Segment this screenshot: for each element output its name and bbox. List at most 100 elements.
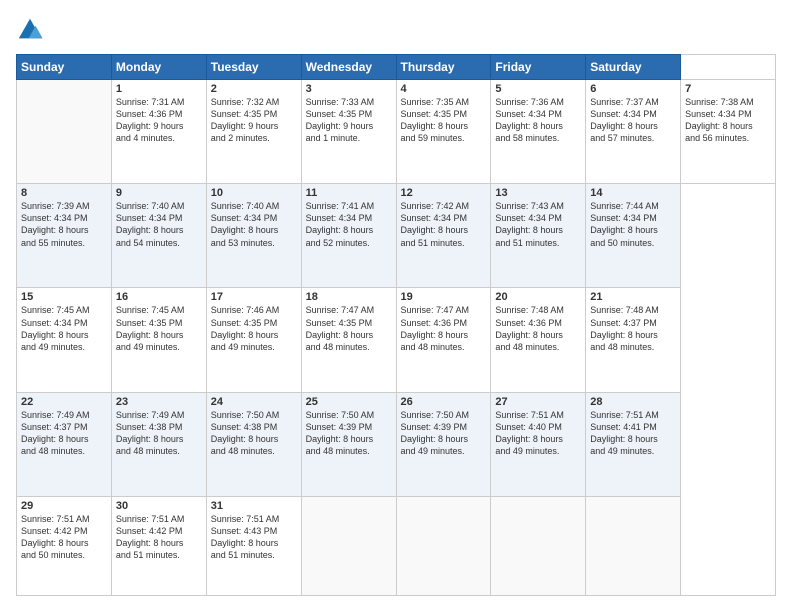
cell-content: Sunrise: 7:39 AM Sunset: 4:34 PM Dayligh… — [21, 200, 107, 249]
day-number: 21 — [590, 291, 676, 303]
day-number: 10 — [211, 187, 297, 199]
cell-content: Sunrise: 7:31 AM Sunset: 4:36 PM Dayligh… — [116, 96, 202, 145]
calendar-cell — [586, 496, 681, 595]
day-number: 7 — [685, 83, 771, 95]
day-number: 9 — [116, 187, 202, 199]
day-number: 25 — [306, 396, 392, 408]
day-number: 29 — [21, 500, 107, 512]
cell-content: Sunrise: 7:40 AM Sunset: 4:34 PM Dayligh… — [211, 200, 297, 249]
calendar-cell — [396, 496, 491, 595]
calendar-cell: 13Sunrise: 7:43 AM Sunset: 4:34 PM Dayli… — [491, 184, 586, 288]
calendar-header-monday: Monday — [111, 55, 206, 80]
calendar-week-row: 8Sunrise: 7:39 AM Sunset: 4:34 PM Daylig… — [17, 184, 776, 288]
cell-content: Sunrise: 7:40 AM Sunset: 4:34 PM Dayligh… — [116, 200, 202, 249]
calendar-cell — [17, 80, 112, 184]
day-number: 12 — [401, 187, 487, 199]
calendar-cell: 31Sunrise: 7:51 AM Sunset: 4:43 PM Dayli… — [206, 496, 301, 595]
calendar-header-thursday: Thursday — [396, 55, 491, 80]
calendar-cell: 16Sunrise: 7:45 AM Sunset: 4:35 PM Dayli… — [111, 288, 206, 392]
day-number: 27 — [495, 396, 581, 408]
calendar-header-sunday: Sunday — [17, 55, 112, 80]
calendar-cell: 11Sunrise: 7:41 AM Sunset: 4:34 PM Dayli… — [301, 184, 396, 288]
calendar-cell: 2Sunrise: 7:32 AM Sunset: 4:35 PM Daylig… — [206, 80, 301, 184]
day-number: 26 — [401, 396, 487, 408]
calendar-cell: 21Sunrise: 7:48 AM Sunset: 4:37 PM Dayli… — [586, 288, 681, 392]
cell-content: Sunrise: 7:51 AM Sunset: 4:41 PM Dayligh… — [590, 409, 676, 458]
day-number: 6 — [590, 83, 676, 95]
day-number: 23 — [116, 396, 202, 408]
cell-content: Sunrise: 7:51 AM Sunset: 4:40 PM Dayligh… — [495, 409, 581, 458]
page: SundayMondayTuesdayWednesdayThursdayFrid… — [0, 0, 792, 612]
calendar-week-row: 1Sunrise: 7:31 AM Sunset: 4:36 PM Daylig… — [17, 80, 776, 184]
day-number: 28 — [590, 396, 676, 408]
calendar-cell: 7Sunrise: 7:38 AM Sunset: 4:34 PM Daylig… — [681, 80, 776, 184]
calendar-cell: 28Sunrise: 7:51 AM Sunset: 4:41 PM Dayli… — [586, 392, 681, 496]
cell-content: Sunrise: 7:35 AM Sunset: 4:35 PM Dayligh… — [401, 96, 487, 145]
cell-content: Sunrise: 7:32 AM Sunset: 4:35 PM Dayligh… — [211, 96, 297, 145]
calendar-cell: 18Sunrise: 7:47 AM Sunset: 4:35 PM Dayli… — [301, 288, 396, 392]
calendar-cell: 24Sunrise: 7:50 AM Sunset: 4:38 PM Dayli… — [206, 392, 301, 496]
day-number: 24 — [211, 396, 297, 408]
cell-content: Sunrise: 7:50 AM Sunset: 4:39 PM Dayligh… — [401, 409, 487, 458]
day-number: 19 — [401, 291, 487, 303]
day-number: 31 — [211, 500, 297, 512]
day-number: 14 — [590, 187, 676, 199]
calendar-header-saturday: Saturday — [586, 55, 681, 80]
day-number: 17 — [211, 291, 297, 303]
day-number: 15 — [21, 291, 107, 303]
calendar-cell: 26Sunrise: 7:50 AM Sunset: 4:39 PM Dayli… — [396, 392, 491, 496]
logo-icon — [16, 16, 44, 44]
calendar-cell: 15Sunrise: 7:45 AM Sunset: 4:34 PM Dayli… — [17, 288, 112, 392]
calendar-cell: 20Sunrise: 7:48 AM Sunset: 4:36 PM Dayli… — [491, 288, 586, 392]
day-number: 22 — [21, 396, 107, 408]
calendar-cell: 14Sunrise: 7:44 AM Sunset: 4:34 PM Dayli… — [586, 184, 681, 288]
calendar-cell: 8Sunrise: 7:39 AM Sunset: 4:34 PM Daylig… — [17, 184, 112, 288]
cell-content: Sunrise: 7:44 AM Sunset: 4:34 PM Dayligh… — [590, 200, 676, 249]
calendar-cell: 5Sunrise: 7:36 AM Sunset: 4:34 PM Daylig… — [491, 80, 586, 184]
cell-content: Sunrise: 7:51 AM Sunset: 4:42 PM Dayligh… — [116, 513, 202, 562]
cell-content: Sunrise: 7:42 AM Sunset: 4:34 PM Dayligh… — [401, 200, 487, 249]
calendar-header-wednesday: Wednesday — [301, 55, 396, 80]
calendar-table: SundayMondayTuesdayWednesdayThursdayFrid… — [16, 54, 776, 596]
calendar-cell: 25Sunrise: 7:50 AM Sunset: 4:39 PM Dayli… — [301, 392, 396, 496]
calendar-header-friday: Friday — [491, 55, 586, 80]
cell-content: Sunrise: 7:47 AM Sunset: 4:36 PM Dayligh… — [401, 304, 487, 353]
calendar-cell: 4Sunrise: 7:35 AM Sunset: 4:35 PM Daylig… — [396, 80, 491, 184]
day-number: 8 — [21, 187, 107, 199]
day-number: 16 — [116, 291, 202, 303]
cell-content: Sunrise: 7:38 AM Sunset: 4:34 PM Dayligh… — [685, 96, 771, 145]
calendar-cell — [301, 496, 396, 595]
cell-content: Sunrise: 7:48 AM Sunset: 4:36 PM Dayligh… — [495, 304, 581, 353]
cell-content: Sunrise: 7:33 AM Sunset: 4:35 PM Dayligh… — [306, 96, 392, 145]
cell-content: Sunrise: 7:50 AM Sunset: 4:39 PM Dayligh… — [306, 409, 392, 458]
day-number: 3 — [306, 83, 392, 95]
logo — [16, 16, 48, 44]
calendar-week-row: 22Sunrise: 7:49 AM Sunset: 4:37 PM Dayli… — [17, 392, 776, 496]
calendar-cell — [491, 496, 586, 595]
day-number: 20 — [495, 291, 581, 303]
day-number: 2 — [211, 83, 297, 95]
cell-content: Sunrise: 7:46 AM Sunset: 4:35 PM Dayligh… — [211, 304, 297, 353]
calendar-cell: 22Sunrise: 7:49 AM Sunset: 4:37 PM Dayli… — [17, 392, 112, 496]
day-number: 13 — [495, 187, 581, 199]
calendar-cell: 23Sunrise: 7:49 AM Sunset: 4:38 PM Dayli… — [111, 392, 206, 496]
calendar-week-row: 29 Sunrise: 7:51 AM Sunset: 4:42 PM Dayli… — [17, 496, 776, 595]
calendar-cell: 10Sunrise: 7:40 AM Sunset: 4:34 PM Dayli… — [206, 184, 301, 288]
cell-content: Sunrise: 7:48 AM Sunset: 4:37 PM Dayligh… — [590, 304, 676, 353]
day-number: 4 — [401, 83, 487, 95]
day-number: 18 — [306, 291, 392, 303]
cell-content: Sunrise: 7:50 AM Sunset: 4:38 PM Dayligh… — [211, 409, 297, 458]
calendar-cell: 3Sunrise: 7:33 AM Sunset: 4:35 PM Daylig… — [301, 80, 396, 184]
calendar-cell: 30Sunrise: 7:51 AM Sunset: 4:42 PM Dayli… — [111, 496, 206, 595]
day-number: 1 — [116, 83, 202, 95]
cell-content: Sunrise: 7:49 AM Sunset: 4:38 PM Dayligh… — [116, 409, 202, 458]
calendar-header-row: SundayMondayTuesdayWednesdayThursdayFrid… — [17, 55, 776, 80]
calendar-cell: 29Sunrise: 7:51 AM Sunset: 4:42 PM Dayli… — [17, 496, 112, 595]
calendar-cell: 12Sunrise: 7:42 AM Sunset: 4:34 PM Dayli… — [396, 184, 491, 288]
day-number: 30 — [116, 500, 202, 512]
cell-content: Sunrise: 7:43 AM Sunset: 4:34 PM Dayligh… — [495, 200, 581, 249]
day-number: 5 — [495, 83, 581, 95]
cell-content: Sunrise: 7:37 AM Sunset: 4:34 PM Dayligh… — [590, 96, 676, 145]
calendar-cell: 1Sunrise: 7:31 AM Sunset: 4:36 PM Daylig… — [111, 80, 206, 184]
cell-content: Sunrise: 7:47 AM Sunset: 4:35 PM Dayligh… — [306, 304, 392, 353]
